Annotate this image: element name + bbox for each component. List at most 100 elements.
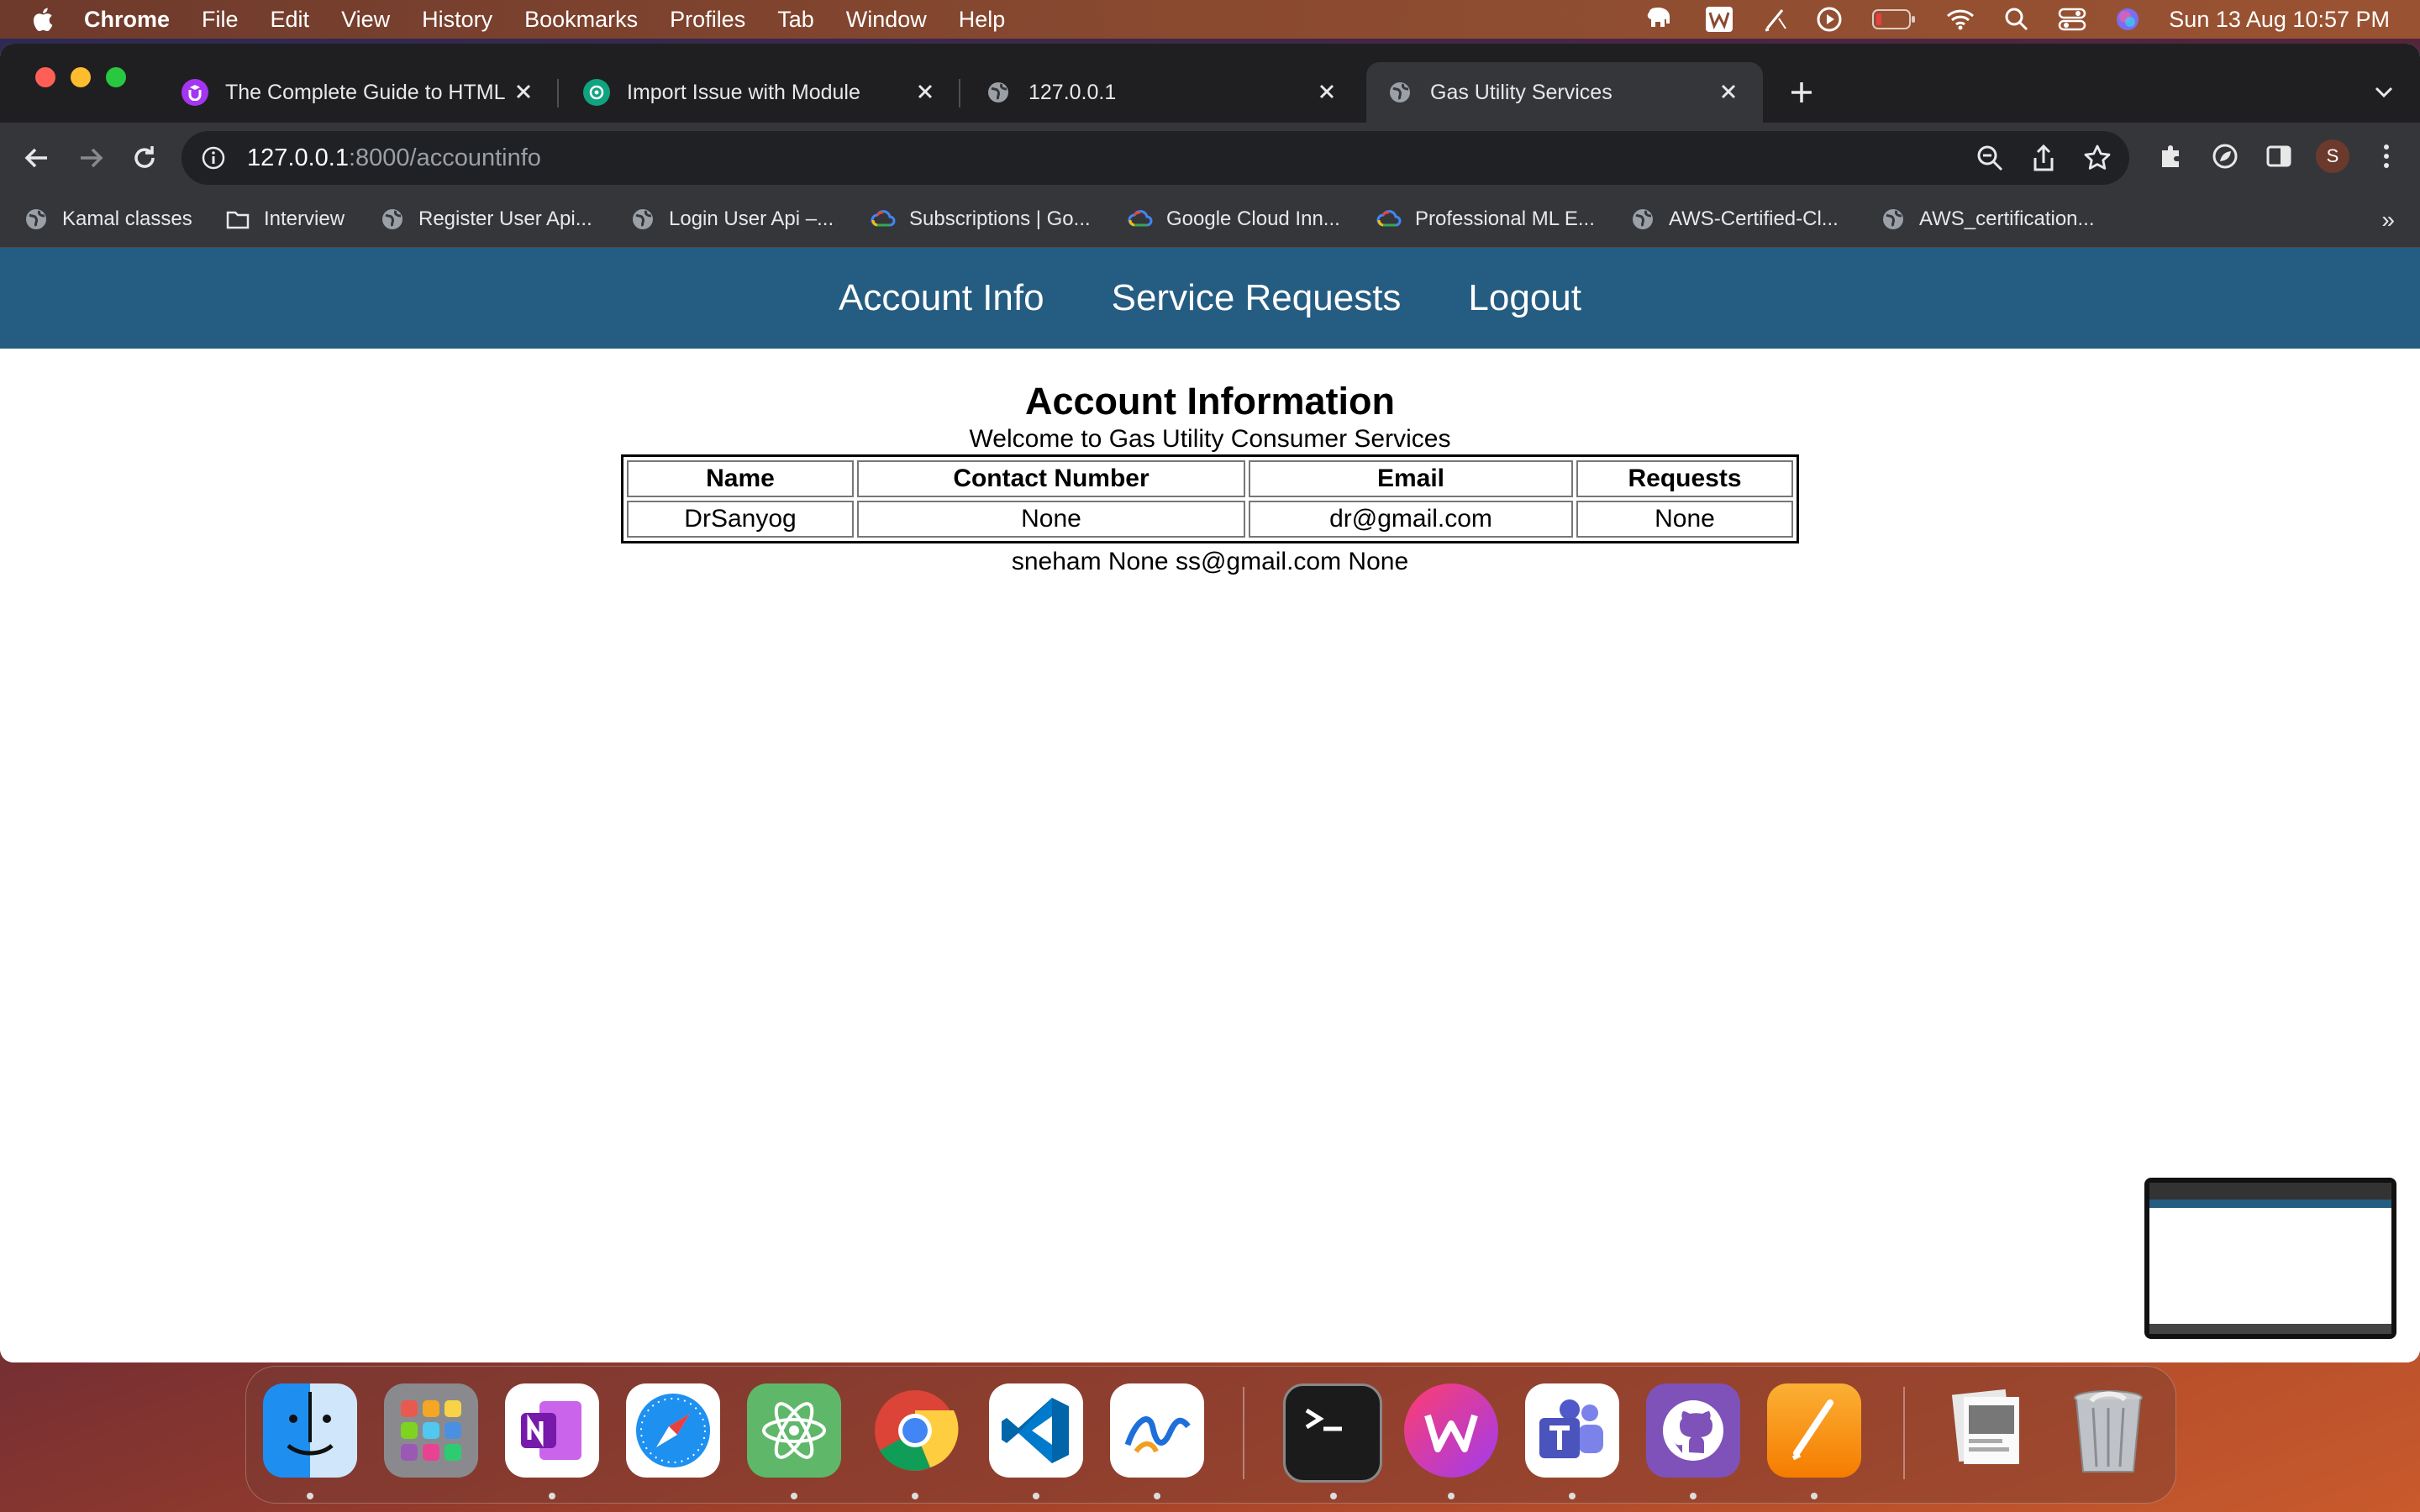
pen-status-icon[interactable]: [1762, 7, 1787, 32]
menu-view[interactable]: View: [341, 7, 390, 33]
nav-logout[interactable]: Logout: [1468, 277, 1581, 319]
battery-icon[interactable]: [1871, 8, 1917, 31]
github-desktop-dock-icon[interactable]: [1646, 1383, 1740, 1478]
forward-arrow-icon[interactable]: [72, 139, 109, 176]
side-panel-icon[interactable]: [2262, 139, 2296, 173]
chrome-menu-kebab-icon[interactable]: [2370, 139, 2403, 173]
spotlight-search-icon[interactable]: [2004, 7, 2029, 32]
screenshot-preview-thumbnail[interactable]: [2144, 1178, 2396, 1339]
nav-service-requests[interactable]: Service Requests: [1112, 277, 1402, 319]
udemy-icon: [182, 79, 208, 106]
bookmark-subscriptions-go[interactable]: Subscriptions | Go...: [871, 207, 1091, 232]
bookmark-aws-certified-cl[interactable]: AWS-Certified-Cl...: [1630, 207, 1839, 232]
folder-icon: [226, 211, 250, 229]
bookmark-label: Interview: [264, 207, 345, 230]
window-controls: [35, 67, 141, 87]
onenote-dock-icon[interactable]: [505, 1383, 599, 1478]
elephant-status-icon[interactable]: [1644, 7, 1676, 32]
vscode-dock-icon[interactable]: [989, 1383, 1083, 1478]
site-nav: Account Info Service Requests Logout: [0, 248, 2420, 349]
bookmark-aws-certification[interactable]: AWS_certification...: [1881, 207, 2095, 232]
wifi-icon[interactable]: [1945, 8, 1975, 31]
wps-status-icon[interactable]: [1705, 6, 1733, 33]
bookmark-interview-folder[interactable]: Interview: [225, 207, 345, 232]
teams-dock-icon[interactable]: [1525, 1383, 1619, 1478]
close-tab-icon[interactable]: [1716, 79, 1741, 104]
menu-bookmarks[interactable]: Bookmarks: [524, 7, 638, 33]
page-content: Account Information Welcome to Gas Utili…: [0, 349, 2420, 579]
close-window-button[interactable]: [35, 67, 55, 87]
apple-logo-icon[interactable]: [30, 6, 54, 33]
tab-gas-utility-services[interactable]: Gas Utility Services: [1366, 62, 1763, 123]
safari-dock-icon[interactable]: [626, 1383, 720, 1478]
google-cloud-icon: [871, 210, 896, 227]
minimize-window-button[interactable]: [71, 67, 91, 87]
bookmark-label: Subscriptions | Go...: [909, 207, 1091, 230]
menu-file[interactable]: File: [202, 7, 239, 33]
launchpad-dock-icon[interactable]: [384, 1383, 478, 1478]
menu-window[interactable]: Window: [846, 7, 927, 33]
close-tab-icon[interactable]: [913, 79, 938, 104]
bookmark-star-icon[interactable]: [2082, 143, 2112, 173]
new-tab-plus-icon[interactable]: [1785, 76, 1818, 109]
tab-search-chevron-icon[interactable]: [2371, 79, 2396, 104]
browser-toolbar: 127.0.0.1:8000/accountinfo S: [0, 123, 2420, 193]
zoom-out-icon[interactable]: [1975, 143, 2005, 173]
nav-account-info[interactable]: Account Info: [839, 277, 1044, 319]
globe-icon: [1883, 209, 1903, 229]
terminal-dock-icon[interactable]: [1283, 1383, 1382, 1483]
menu-help[interactable]: Help: [959, 7, 1006, 33]
bookmark-register-user-api[interactable]: Register User Api...: [380, 207, 592, 232]
menu-tab[interactable]: Tab: [777, 7, 814, 33]
zoom-window-button[interactable]: [106, 67, 126, 87]
address-bar[interactable]: 127.0.0.1:8000/accountinfo: [182, 131, 2129, 185]
menu-profiles[interactable]: Profiles: [670, 7, 745, 33]
web-page: Account Info Service Requests Logout Acc…: [0, 248, 2420, 1362]
tab-title: Gas Utility Services: [1430, 80, 1612, 104]
close-tab-icon[interactable]: [1314, 79, 1339, 104]
unformatted-row-text: sneham None ss@gmail.com None: [1011, 548, 1409, 575]
menu-edit[interactable]: Edit: [271, 7, 310, 33]
reload-icon[interactable]: [126, 139, 163, 176]
trash-dock-icon[interactable]: [2061, 1383, 2155, 1478]
tab-title: The Complete Guide to HTML |: [225, 80, 511, 104]
control-center-icon[interactable]: [2058, 7, 2086, 32]
bookmark-label: Kamal classes: [62, 207, 192, 230]
col-header-contact: Contact Number: [857, 460, 1245, 497]
freeform-dock-icon[interactable]: [1110, 1383, 1204, 1478]
col-header-name: Name: [627, 460, 854, 497]
close-tab-icon[interactable]: [511, 79, 536, 104]
finder-dock-icon[interactable]: [263, 1383, 357, 1478]
extensions-puzzle-icon[interactable]: [2154, 139, 2188, 173]
tab-title: 127.0.0.1: [1028, 80, 1117, 104]
back-arrow-icon[interactable]: [18, 139, 55, 176]
play-status-icon[interactable]: [1816, 6, 1843, 33]
globe-icon: [26, 209, 46, 229]
siri-icon[interactable]: [2115, 7, 2140, 32]
tab-title: Import Issue with Module: [627, 80, 860, 104]
tab-complete-guide-html[interactable]: The Complete Guide to HTML |: [161, 62, 559, 123]
profile-avatar[interactable]: S: [2316, 139, 2349, 173]
bookmark-professional-ml[interactable]: Professional ML E...: [1376, 207, 1595, 232]
site-info-icon[interactable]: [200, 144, 227, 171]
bookmark-label: Google Cloud Inn...: [1166, 207, 1340, 230]
menubar-clock[interactable]: Sun 13 Aug 10:57 PM: [2169, 7, 2390, 33]
chrome-dock-icon[interactable]: [868, 1383, 962, 1478]
menu-history[interactable]: History: [422, 7, 492, 33]
bookmark-login-user-api[interactable]: Login User Api –...: [630, 207, 834, 232]
bookmark-kamal-classes[interactable]: Kamal classes: [24, 207, 192, 232]
globe-icon: [1633, 209, 1653, 229]
tab-localhost[interactable]: 127.0.0.1: [965, 62, 1361, 123]
menu-app-name[interactable]: Chrome: [84, 7, 170, 33]
pages-dock-icon[interactable]: [1767, 1383, 1861, 1478]
atom-dock-icon[interactable]: [747, 1383, 841, 1478]
share-icon[interactable]: [2028, 143, 2059, 173]
bookmarks-overflow-chevron-icon[interactable]: »: [2381, 207, 2395, 234]
preview-dock-icon[interactable]: [1940, 1383, 2034, 1478]
extension-leaf-icon[interactable]: [2208, 139, 2242, 173]
table-row: DrSanyog None dr@gmail.com None: [627, 501, 1793, 538]
wps-office-dock-icon[interactable]: [1404, 1383, 1498, 1478]
globe-icon: [382, 209, 402, 229]
bookmark-google-cloud-inn[interactable]: Google Cloud Inn...: [1128, 207, 1340, 232]
tab-import-issue[interactable]: Import Issue with Module: [563, 62, 960, 123]
